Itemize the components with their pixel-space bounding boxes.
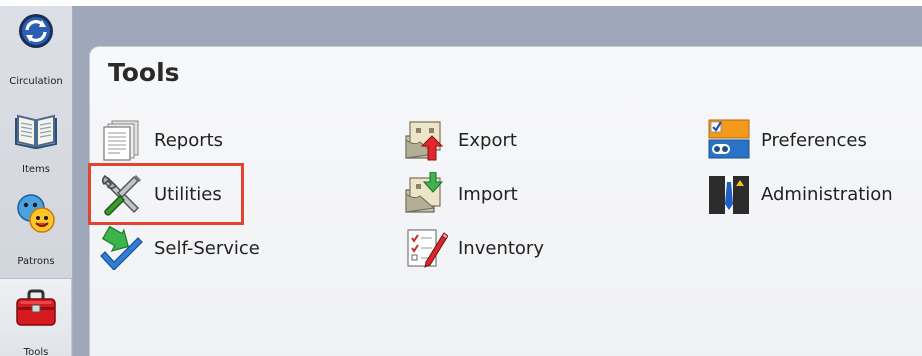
- tool-reports[interactable]: Reports: [100, 117, 223, 163]
- import-icon: [405, 172, 444, 213]
- utilities-highlight-box: [88, 163, 244, 225]
- sidebar-item-label: Tools: [23, 347, 49, 356]
- tool-import[interactable]: Import: [404, 171, 518, 217]
- tool-label: Inventory: [458, 237, 544, 259]
- preferences-icon: [708, 119, 750, 159]
- self-service-icon: [100, 226, 143, 270]
- administration-icon: [709, 176, 749, 214]
- circulation-icon: [19, 14, 53, 48]
- page-title: Tools: [108, 58, 180, 87]
- inventory-icon: [407, 229, 448, 268]
- tool-label: Self-Service: [154, 237, 260, 259]
- tool-inventory[interactable]: Inventory: [404, 225, 544, 271]
- tool-self-service[interactable]: Self-Service: [100, 225, 260, 271]
- sidebar-item-label: Circulation: [9, 76, 63, 87]
- tool-preferences[interactable]: Preferences: [707, 117, 867, 163]
- sidebar-item-label: Patrons: [17, 256, 55, 267]
- sidebar-item-items[interactable]: Items: [0, 102, 72, 186]
- tool-label: Reports: [154, 129, 224, 151]
- tool-export[interactable]: Export: [404, 117, 517, 163]
- book-icon: [15, 114, 57, 149]
- patrons-icon: [17, 194, 55, 233]
- sidebar-item-patrons[interactable]: Patrons: [0, 190, 72, 274]
- tool-administration[interactable]: Administration: [707, 171, 893, 217]
- export-icon: [405, 121, 444, 161]
- sidebar-item-label: Items: [22, 164, 50, 175]
- app-window: Circulation Items Patrons Tools Tools Re…: [0, 0, 922, 356]
- reports-icon: [103, 120, 139, 161]
- sidebar-item-tools[interactable]: Tools: [0, 278, 72, 356]
- tool-label: Preferences: [761, 129, 867, 151]
- tool-label: Export: [458, 129, 517, 151]
- tool-label: Administration: [761, 183, 893, 205]
- sidebar: Circulation Items Patrons Tools: [0, 6, 73, 356]
- toolbox-icon: [16, 289, 56, 326]
- tool-label: Import: [458, 183, 518, 205]
- sidebar-item-circulation[interactable]: Circulation: [0, 6, 72, 98]
